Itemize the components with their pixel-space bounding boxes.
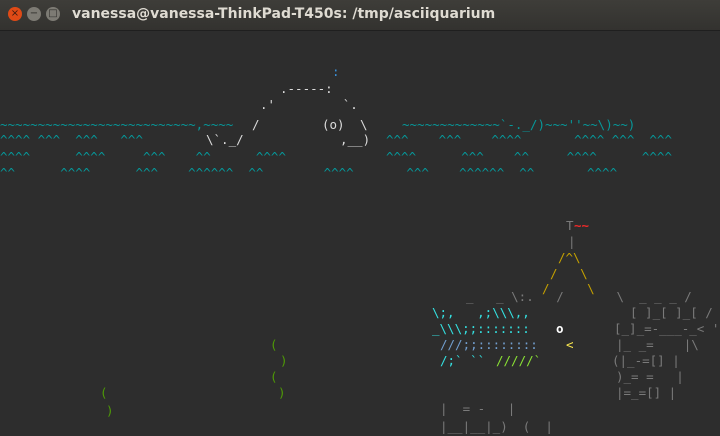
whale-tail-top: / (252, 117, 260, 132)
castle-wall-5: (|_-=[] | (612, 353, 680, 368)
close-window-button[interactable]: × (8, 7, 22, 21)
seaweed-1: ( (270, 337, 278, 352)
whale-top: .-----: (280, 81, 333, 96)
fish-mouth: < (566, 337, 574, 352)
castle-flag: ~~ (574, 218, 590, 233)
whale-tail-bottom: \`._/ (206, 132, 244, 147)
terminal-area[interactable]: : .-----: .' `. (o) \ \`._/ ,__) ~~~~~~~… (0, 31, 720, 436)
castle-wall-6: )_= = | (616, 369, 684, 384)
castle-roof-2: / \ (550, 266, 588, 281)
castle-wall-2: [ ]_[ ]_[ / (630, 305, 713, 320)
maximize-window-button[interactable]: □ (46, 7, 60, 21)
minimize-window-button[interactable]: − (27, 7, 41, 21)
water-surface-left: ~~~~~~~~~~~~~~~~~~~~~~~~~~,~~~~ (0, 117, 234, 132)
water-wave-row3-right: ^^^^ ^^^ ^^ ^^^^ ^^^^ (386, 149, 672, 164)
whale-back: \ (360, 117, 368, 132)
water-wave-row2-left: ^^^^ ^^^ ^^^ ^^^ (0, 132, 181, 147)
seaweed-2: ) (280, 353, 288, 368)
water-wave-row4: ^^ ^^^^ ^^^ ^^^^^^ ^^ ^^^^ ^^^ ^^^^^^ ^^… (0, 165, 618, 180)
fish-line-3: ///;;:::::::: (440, 337, 538, 352)
castle-roof-1: /^\ (558, 250, 581, 265)
castle-pipe: | (568, 234, 576, 249)
fish-tail: /////` (496, 353, 542, 368)
seaweed-3: ( (270, 369, 278, 384)
seaweed-4: ) (278, 385, 286, 400)
castle-wall-4: |_ _= |\ (616, 337, 699, 352)
window-title: vanessa@vanessa-ThinkPad-T450s: /tmp/asc… (72, 6, 496, 22)
whale-upper: .' `. (260, 97, 358, 112)
whale-eye: (o) (322, 117, 345, 132)
whale-mouth: ,__) (340, 132, 371, 147)
seaweed-6: ) (106, 403, 114, 418)
seaweed-5: ( (100, 385, 108, 400)
water-wave-row3-left: ^^^^ ^^^^ ^^^ ^^ ^^^^ (0, 149, 286, 164)
window-titlebar[interactable]: × − □ vanessa@vanessa-ThinkPad-T450s: /t… (0, 0, 720, 31)
castle-wall-1: _ _ \:. / \ _ _ _ / (466, 289, 692, 304)
fish-eye: o (556, 321, 564, 336)
castle-wall-9: |__|__|_) ( | (440, 419, 553, 434)
castle-flagpole: T (566, 218, 574, 233)
whale-spout: : (332, 64, 340, 79)
water-surface-right: ~~~~~~~~~~~~~`-._/)~~~''~~\)~~) (402, 117, 636, 132)
fish-line-2: _\\\;;::::::: (432, 321, 530, 336)
castle-wall-3: [_]_=-___-_< ' (614, 321, 720, 336)
castle-wall-8: | = - | (440, 401, 516, 416)
castle-wall-7: |=_=[] | (616, 385, 677, 400)
fish-line-1: \;, ,;\\\,, (432, 305, 530, 320)
water-wave-row2-right: ^^^ ^^^ ^^^^ ^^^^ ^^^ ^^^ (386, 132, 672, 147)
fish-line-4: /;` `` (440, 353, 486, 368)
